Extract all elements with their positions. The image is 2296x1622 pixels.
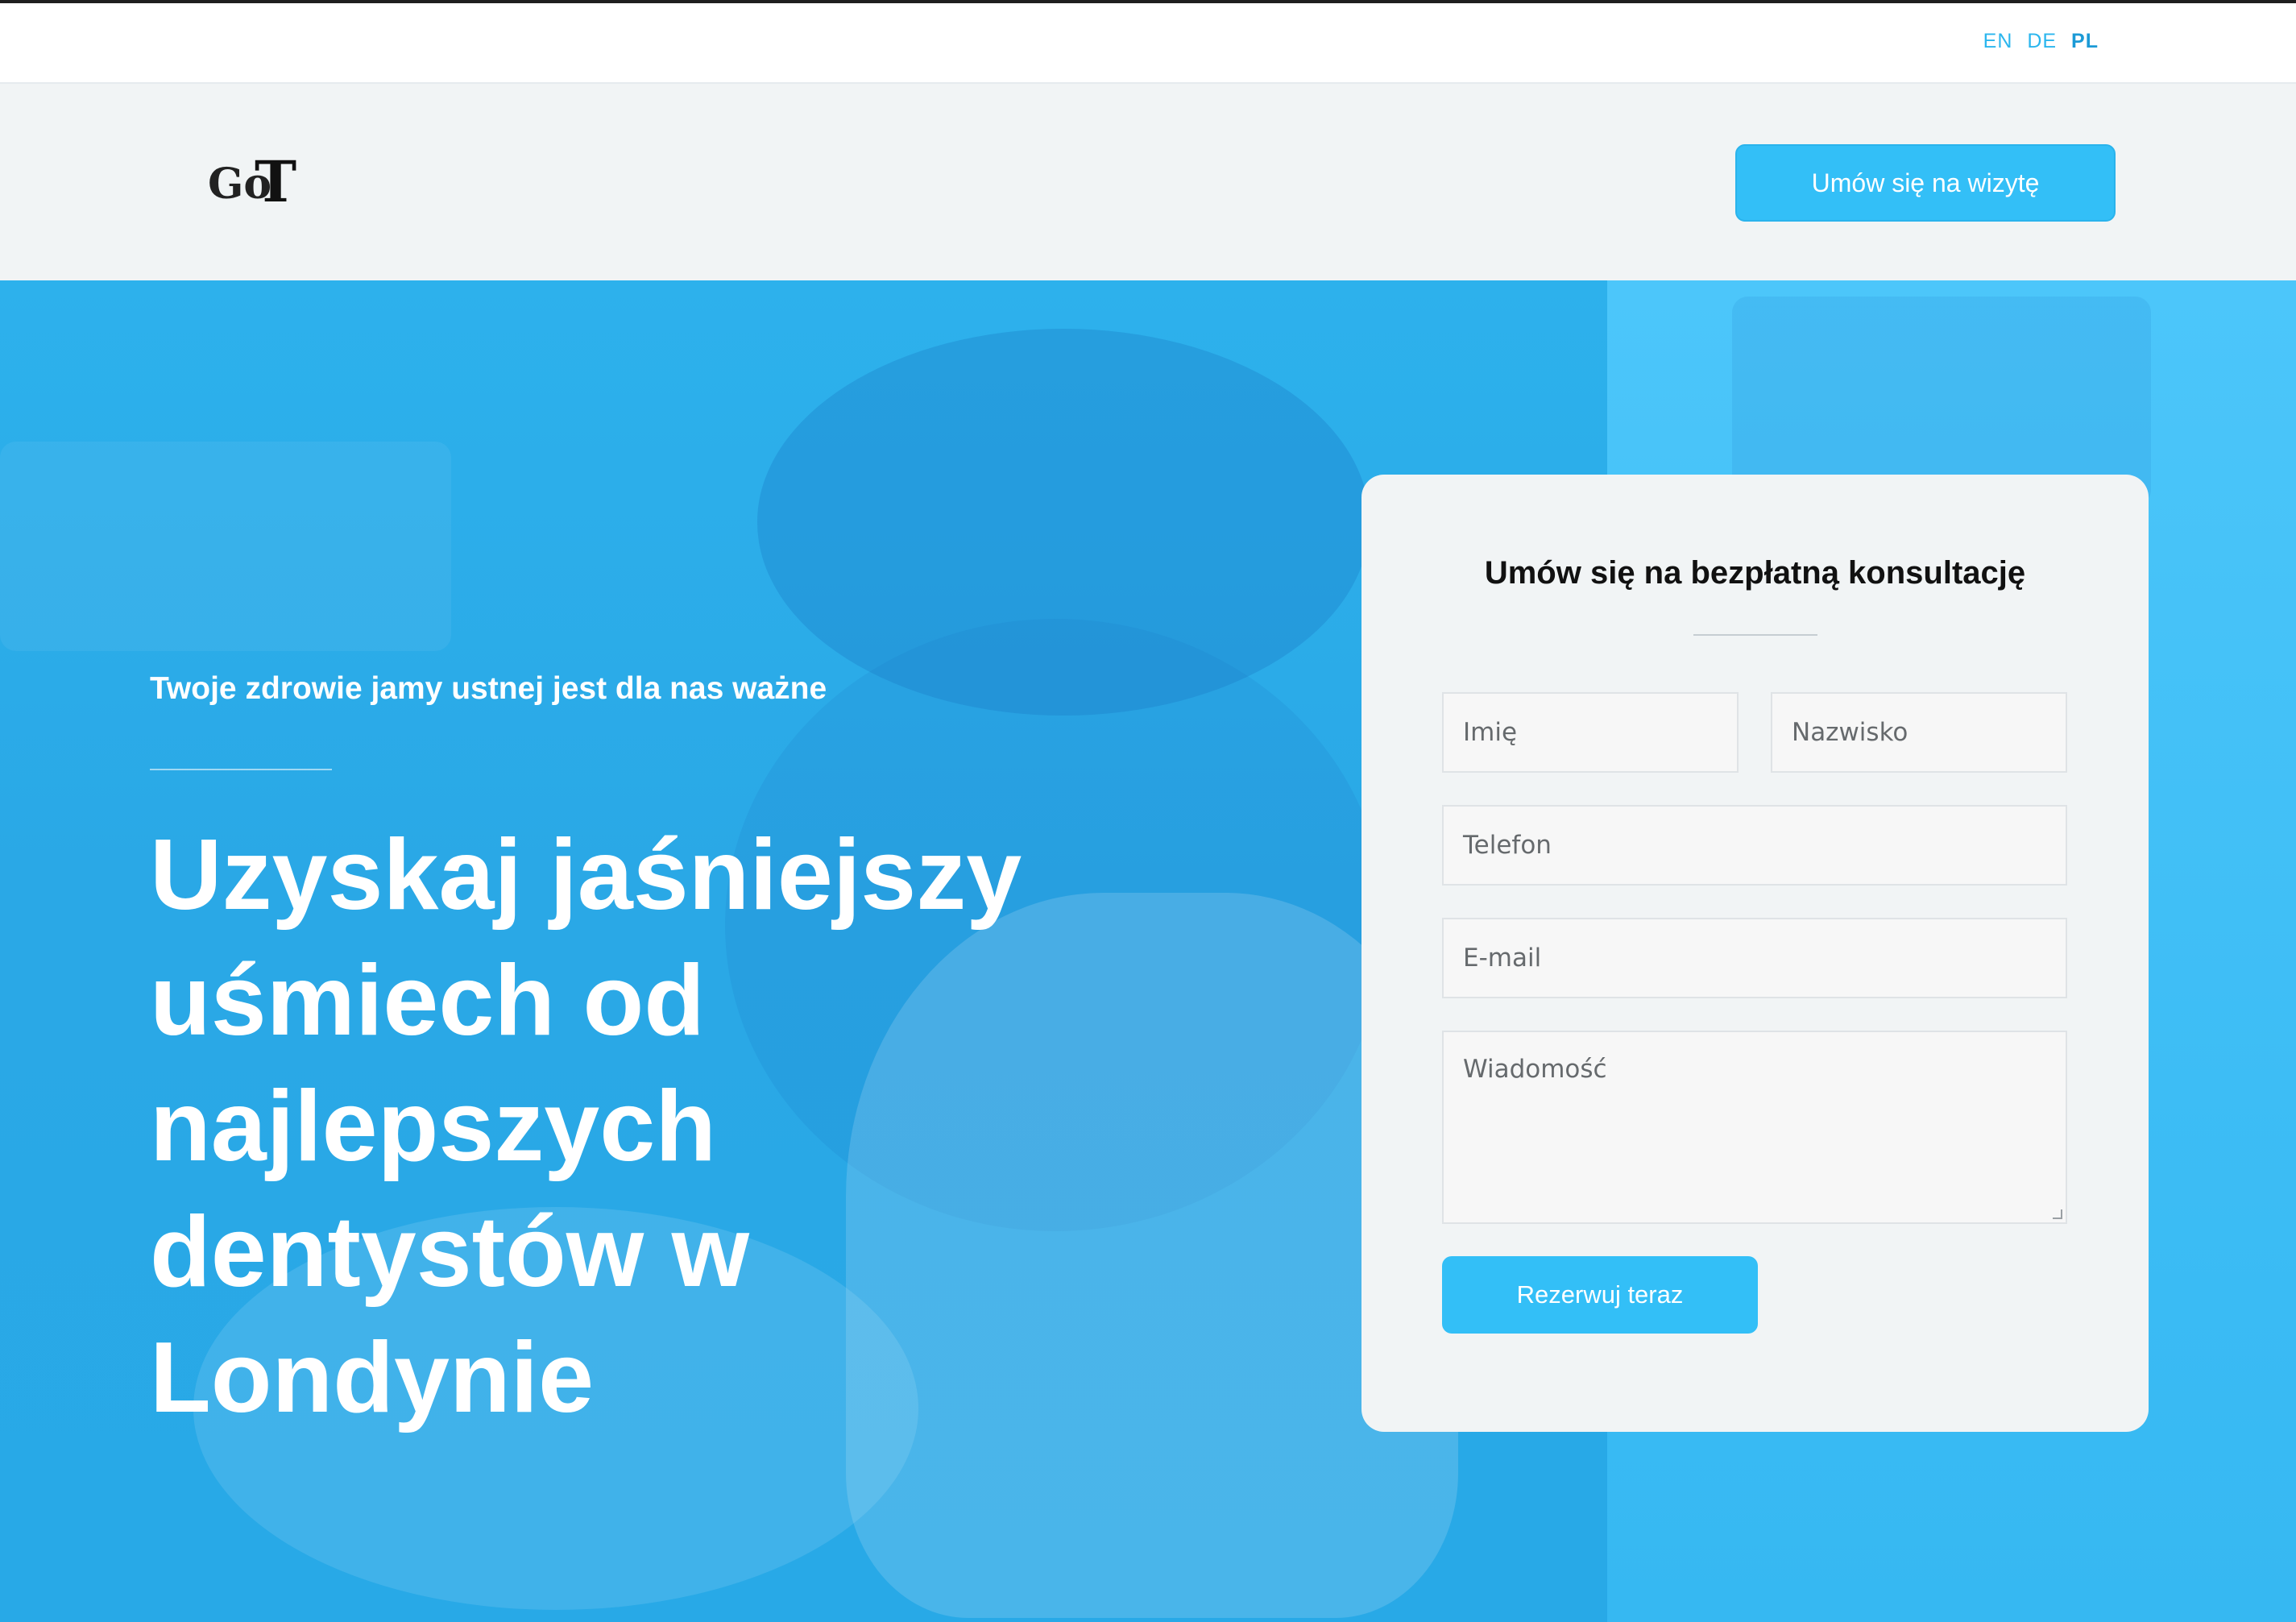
- hero-divider: [150, 769, 332, 770]
- phone-field[interactable]: Telefon: [1442, 805, 2067, 886]
- hero-kicker: Twoje zdrowie jamy ustnej jest dla nas w…: [150, 671, 827, 706]
- email-field[interactable]: E-mail: [1442, 918, 2067, 998]
- language-switcher: EN DE PL: [1975, 30, 2099, 53]
- site-header: Go T Umów się na wizytę: [0, 84, 2296, 280]
- consultation-form: Umów się na bezpłatną konsultację Imię N…: [1361, 475, 2149, 1432]
- book-appointment-button[interactable]: Umów się na wizytę: [1735, 144, 2116, 222]
- language-pl[interactable]: PL: [2071, 30, 2099, 52]
- svg-text:T: T: [255, 148, 296, 213]
- hero-title: Uzyskaj jaśniejszy uśmiech od najlepszyc…: [150, 819, 1022, 1433]
- first-name-field[interactable]: Imię: [1442, 692, 1739, 773]
- message-field[interactable]: Wiadomość: [1442, 1031, 2067, 1224]
- language-bar: EN DE PL: [0, 3, 2296, 84]
- message-placeholder: Wiadomość: [1463, 1055, 1607, 1084]
- form-title: Umów się na bezpłatną konsultację: [1484, 555, 2026, 591]
- language-de[interactable]: DE: [2027, 30, 2057, 52]
- form-divider: [1693, 634, 1817, 636]
- logo[interactable]: Go T: [208, 148, 301, 213]
- book-now-button[interactable]: Rezerwuj teraz: [1442, 1256, 1758, 1334]
- resize-handle-icon[interactable]: [2053, 1209, 2062, 1219]
- photo-background-shape: [0, 442, 451, 651]
- last-name-field[interactable]: Nazwisko: [1771, 692, 2067, 773]
- language-en[interactable]: EN: [1983, 30, 2013, 52]
